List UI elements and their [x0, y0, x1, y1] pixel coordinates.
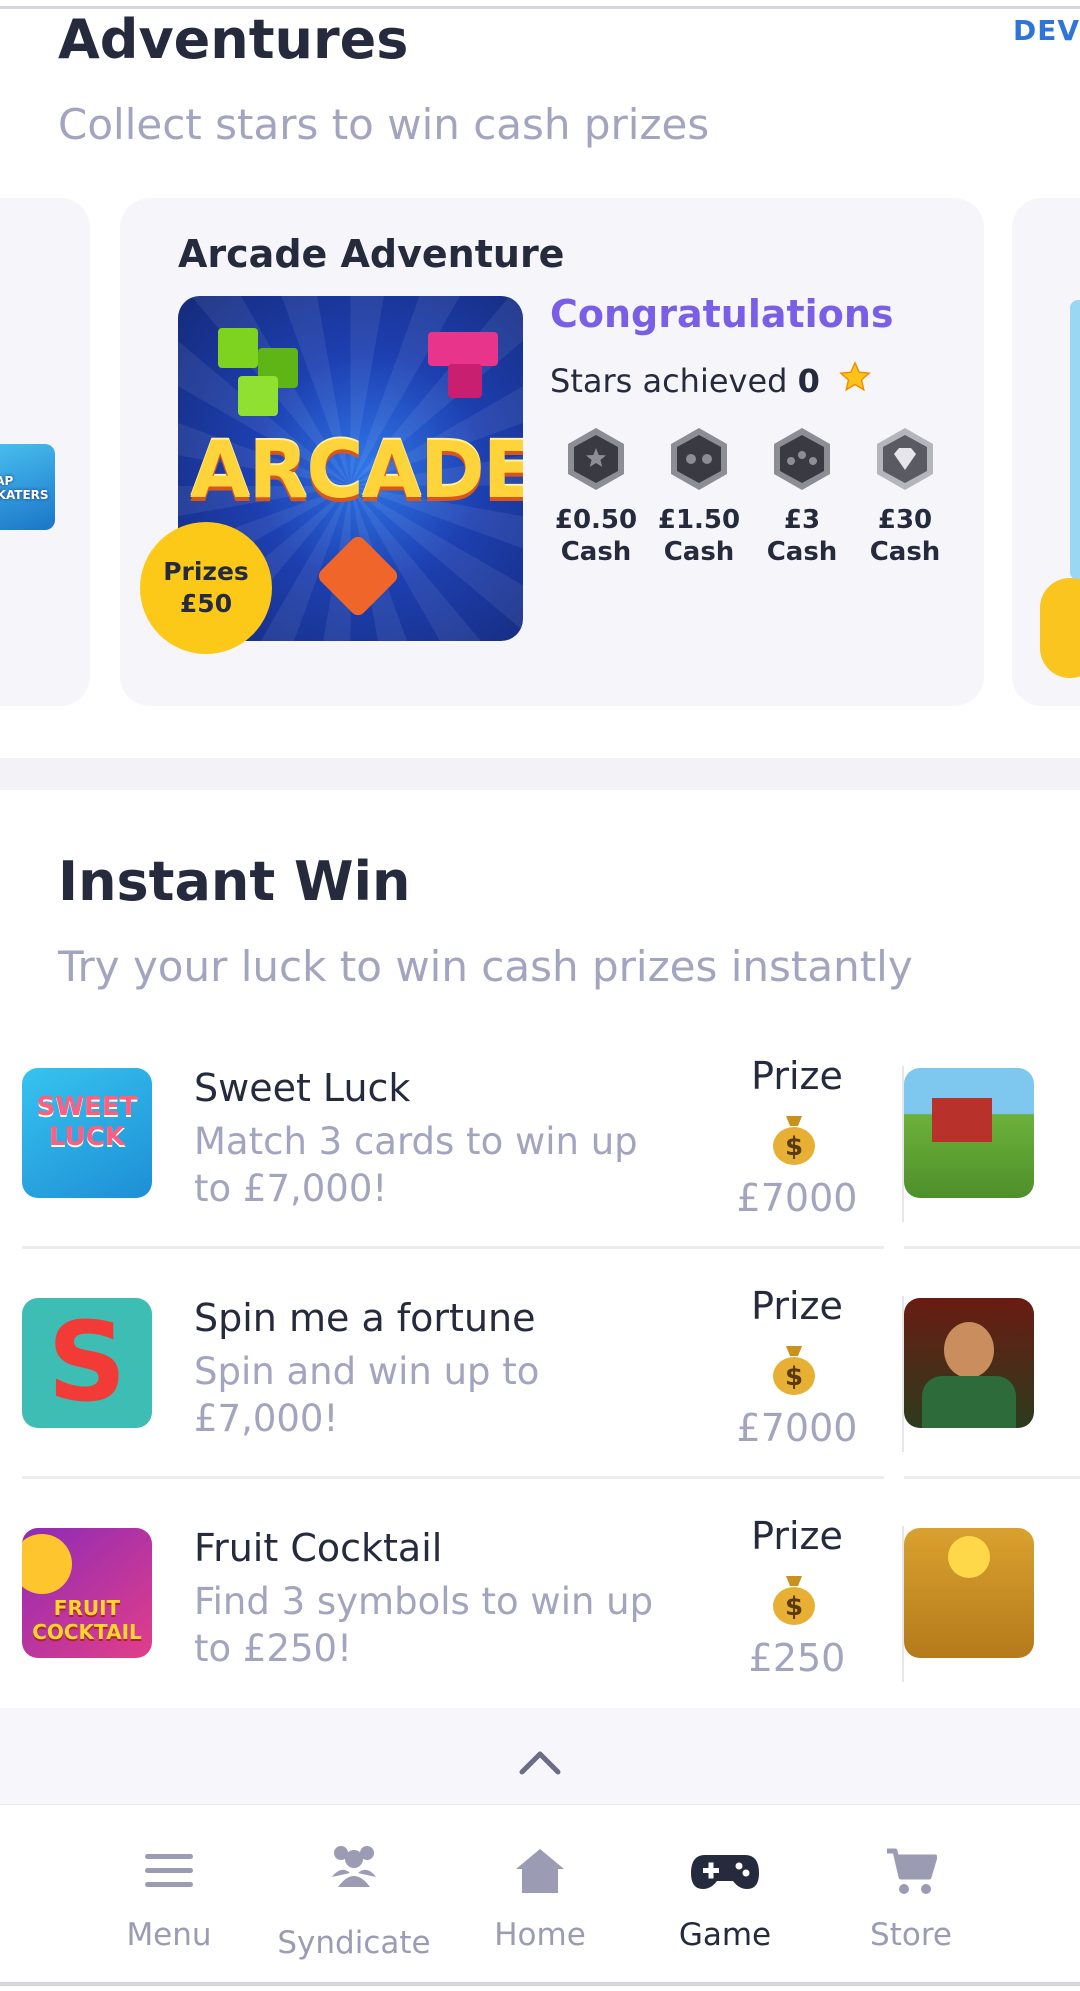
svg-text:$: $ [785, 1132, 803, 1162]
prev-adventure-thumbnail[interactable]: TAP SKATERS [0, 444, 55, 530]
casino-game-thumbnail[interactable] [904, 1298, 1034, 1428]
tier-amount: £3 [783, 505, 821, 535]
art-block-green3 [238, 376, 278, 416]
money-bag-icon: $ [773, 1116, 815, 1165]
barn-shape [932, 1098, 992, 1142]
group-icon [332, 1846, 376, 1887]
gamepad-icon [691, 1855, 759, 1889]
tier-amount: £1.50 [657, 505, 741, 535]
thumbnail-art-text: FRUIT COCKTAIL [32, 1596, 142, 1644]
star-icon [839, 361, 871, 392]
game-description: Match 3 cards to win up to £7,000! [194, 1120, 638, 1210]
row-divider [904, 1476, 1080, 1479]
nav-label: Syndicate [277, 1925, 431, 1961]
nav-label: Menu [126, 1917, 212, 1953]
gold-coin-shape [948, 1536, 990, 1578]
orange-slice-shape [22, 1534, 72, 1594]
list-item[interactable]: SWEET LUCK Sweet Luck Match 3 cards to w… [22, 1054, 904, 1298]
home-icon [516, 1849, 564, 1893]
game-title: Spin me a fortune [194, 1296, 536, 1340]
instant-win-title: Instant Win [58, 850, 411, 913]
game-title: Fruit Cocktail [194, 1526, 443, 1570]
instant-win-subtitle: Try your luck to win cash prizes instant… [58, 942, 913, 991]
row-divider [22, 1476, 884, 1479]
art-block-pink [428, 332, 498, 366]
adventures-subtitle: Collect stars to win cash prizes [58, 100, 710, 149]
tier-amount: £0.50 [554, 505, 638, 535]
nav-label: Game [678, 1917, 772, 1953]
menu-icon [145, 1854, 193, 1887]
svg-text:$: $ [785, 1362, 803, 1392]
character-body [922, 1376, 1016, 1428]
spin-fortune-thumbnail[interactable]: S [22, 1298, 152, 1428]
tier-2: £1.50 Cash [651, 426, 747, 568]
bottom-edge [0, 1982, 1080, 1986]
prize-badge-label: Prizes [163, 557, 249, 586]
stars-achieved: Stars achieved 0 [550, 362, 820, 400]
money-bag-icon: $ [773, 1576, 815, 1625]
prev-adventure-art-text: TAP SKATERS [0, 474, 49, 502]
nav-label: Store [870, 1917, 952, 1953]
prize-value: £7000 [736, 1406, 858, 1450]
nav-item-store[interactable]: Store [821, 1805, 1001, 1983]
three-star-hexagon-icon [774, 428, 830, 490]
prize-value: £7000 [736, 1176, 858, 1220]
art-block-pink2 [448, 364, 482, 398]
stars-label: Stars achieved [550, 362, 788, 400]
next-adventure-thumbnail[interactable] [1070, 300, 1080, 580]
two-star-hexagon-icon [671, 428, 727, 490]
prize-label: Prize [751, 1054, 843, 1098]
tier-unit: Cash [663, 537, 735, 567]
arcade-art-text: ARCADE [190, 426, 523, 516]
nav-item-game[interactable]: Game [635, 1805, 815, 1983]
row-divider [22, 1246, 884, 1249]
cart-icon [887, 1848, 937, 1894]
sweet-luck-thumbnail[interactable]: SWEET LUCK [22, 1068, 152, 1198]
prize-label: Prize [751, 1284, 843, 1328]
tier-3: £3 Cash [754, 426, 850, 568]
tier-unit: Cash [869, 537, 941, 567]
game-title: Sweet Luck [194, 1066, 411, 1110]
fruit-cocktail-thumbnail[interactable]: FRUIT COCKTAIL [22, 1528, 152, 1658]
section-divider [0, 758, 1080, 790]
art-block-green [218, 328, 258, 368]
diamond-hexagon-icon [877, 428, 933, 490]
character-shape [944, 1322, 994, 1378]
prize-badge-value: £50 [179, 589, 233, 618]
temple-game-thumbnail[interactable] [904, 1528, 1034, 1658]
list-item[interactable]: S Spin me a fortune Spin and win up to £… [22, 1284, 904, 1528]
prize-value: £250 [748, 1636, 846, 1680]
status-title: Congratulations [550, 292, 894, 336]
bottom-navigation: Menu Syndicate Home Game Store [0, 1804, 1080, 1982]
chevron-up-icon[interactable] [518, 1746, 562, 1776]
prize-label: Prize [751, 1514, 843, 1558]
tier-unit: Cash [766, 537, 838, 567]
prize-badge: Prizes £50 [146, 528, 266, 648]
nav-label: Home [494, 1917, 586, 1953]
svg-text:$: $ [785, 1592, 803, 1622]
next-adventure-prize-badge [1040, 578, 1080, 678]
nav-item-syndicate[interactable]: Syndicate [264, 1805, 444, 1983]
stars-value: 0 [797, 362, 820, 400]
adventures-title: Adventures [58, 8, 409, 71]
dev-badge: DEV [1012, 14, 1080, 47]
nav-item-home[interactable]: Home [450, 1805, 630, 1983]
nav-item-menu[interactable]: Menu [79, 1805, 259, 1983]
tier-amount: £30 [877, 505, 933, 535]
tier-unit: Cash [560, 537, 632, 567]
row-divider [904, 1246, 1080, 1249]
one-star-hexagon-icon [568, 428, 624, 490]
farm-game-thumbnail[interactable] [904, 1068, 1034, 1198]
thumbnail-art-text: S [47, 1298, 127, 1426]
tier-4: £30 Cash [857, 426, 953, 568]
tier-1: £0.50 Cash [548, 426, 644, 568]
game-description: Spin and win up to £7,000! [194, 1350, 540, 1440]
game-description: Find 3 symbols to win up to £250! [194, 1580, 654, 1670]
thumbnail-art-text: SWEET LUCK [36, 1092, 138, 1152]
adventure-card-title: Arcade Adventure [178, 232, 565, 276]
money-bag-icon: $ [773, 1346, 815, 1395]
